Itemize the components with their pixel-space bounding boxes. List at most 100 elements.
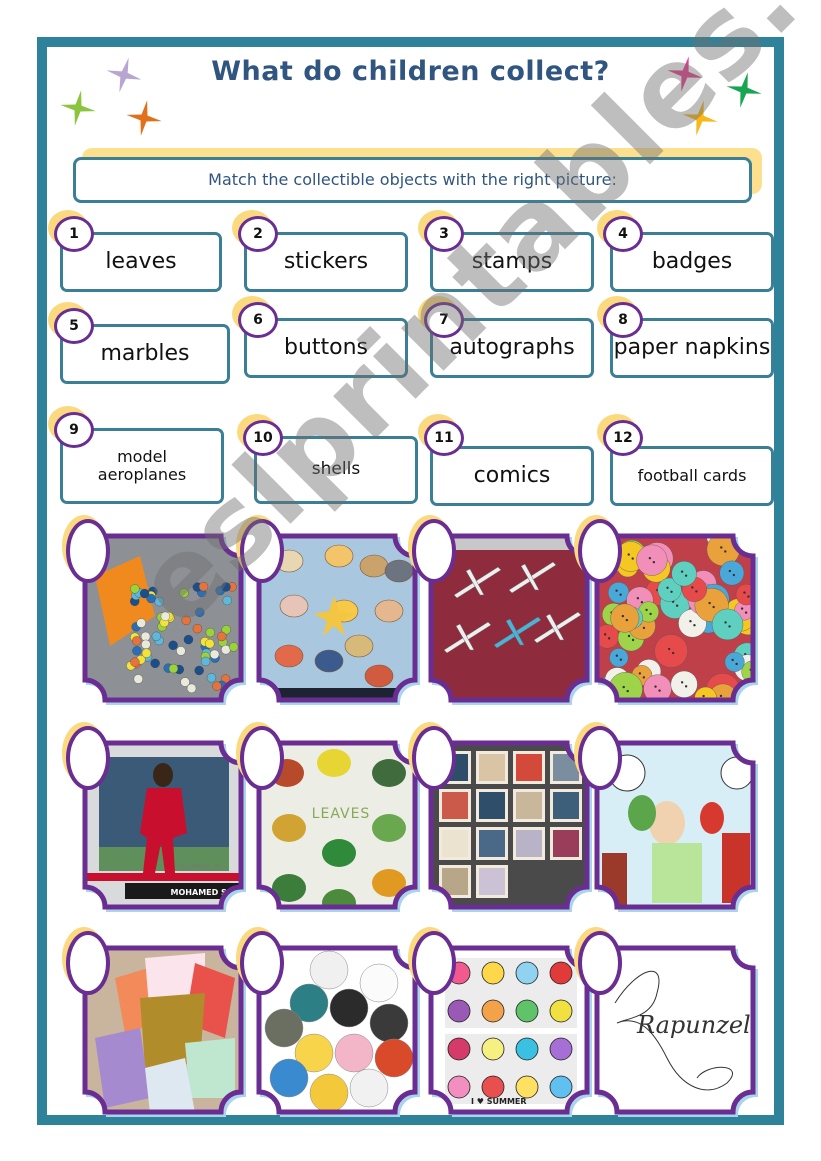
shell (314, 649, 344, 673)
leaf (372, 759, 406, 787)
marble (192, 624, 203, 634)
badge (349, 1068, 389, 1108)
badge (374, 1038, 414, 1078)
button (724, 652, 745, 672)
button-hole (684, 685, 688, 688)
marble (180, 677, 190, 687)
sticker (549, 1037, 573, 1061)
number-badge: 11 (418, 414, 464, 456)
answer-oval[interactable] (578, 726, 622, 790)
stamp-picture (516, 830, 542, 857)
word-label: paper napkins (613, 335, 771, 361)
marble (136, 618, 146, 628)
marble (183, 634, 194, 645)
marble (200, 656, 211, 667)
number-label: 10 (243, 420, 283, 456)
marble (154, 596, 164, 607)
number-badge: 6 (232, 296, 278, 338)
word-label: model aeroplanes (97, 446, 187, 484)
stamp-picture (516, 754, 542, 781)
answer-oval[interactable] (66, 931, 110, 995)
sticker (447, 1075, 471, 1099)
answer-oval[interactable] (240, 519, 284, 583)
number-label: 8 (603, 302, 643, 338)
stamp-picture (479, 754, 505, 781)
button-hole (631, 638, 635, 642)
badge (359, 963, 399, 1003)
button-hole (740, 607, 744, 610)
sticker (447, 999, 471, 1023)
button-hole (731, 658, 734, 662)
answer-oval[interactable] (412, 726, 456, 790)
answer-oval[interactable] (412, 519, 456, 583)
marble (195, 607, 205, 617)
sticker (481, 1037, 505, 1061)
sticker (481, 999, 505, 1023)
button-hole (627, 553, 630, 556)
answer-oval[interactable] (412, 931, 456, 995)
marble (151, 631, 162, 641)
button-hole (744, 611, 748, 614)
button-hole (743, 591, 746, 594)
marble (130, 584, 140, 594)
button-hole (631, 557, 634, 560)
sticker (515, 999, 539, 1023)
sticker (549, 999, 573, 1023)
stamp-picture (479, 830, 505, 857)
number-label: 2 (238, 216, 278, 252)
player-head (153, 763, 173, 787)
sticker (515, 1037, 539, 1061)
club-name: LIVERPOOL FC (178, 864, 221, 871)
button-hole (728, 625, 731, 628)
button-hole (720, 546, 723, 549)
answer-oval[interactable] (66, 519, 110, 583)
marble (194, 665, 204, 676)
marble (141, 639, 151, 650)
number-badge: 4 (597, 210, 643, 252)
button-hole (689, 620, 692, 623)
shell (274, 644, 304, 668)
word-label: football cards (637, 465, 747, 485)
button-hole (666, 586, 669, 589)
marble (160, 611, 171, 622)
button-hole (702, 694, 705, 698)
marble (206, 673, 217, 683)
stamp-picture (516, 792, 542, 819)
answer-oval[interactable] (240, 931, 284, 995)
leaf (372, 814, 406, 842)
hulk (628, 795, 656, 831)
button (671, 561, 697, 587)
marble (181, 615, 191, 626)
button-hole (654, 685, 657, 688)
button-hole (640, 601, 644, 604)
stamp-picture (479, 868, 505, 895)
shell (359, 554, 389, 578)
badge (369, 1003, 409, 1043)
number-badge: 1 (48, 210, 94, 252)
button-hole (619, 593, 622, 596)
number-label: 12 (603, 420, 643, 456)
number-label: 6 (238, 302, 278, 338)
marble (150, 658, 160, 668)
shell (384, 559, 414, 583)
button-hole (747, 595, 750, 598)
marble (217, 631, 227, 642)
shell (324, 544, 354, 568)
button-hole (735, 662, 738, 666)
button-hole (648, 556, 652, 560)
button-hole (626, 689, 629, 693)
answer-oval[interactable] (578, 931, 622, 995)
button-hole (638, 672, 642, 675)
number-badge: 10 (237, 414, 283, 456)
marble (205, 638, 215, 649)
button-hole (691, 586, 694, 589)
sticker-caption: I ♥ SUMMER (471, 1097, 527, 1106)
word-label: comics (473, 463, 551, 489)
button-hole (680, 570, 684, 573)
answer-oval[interactable] (66, 726, 110, 790)
stamp-picture (442, 830, 468, 857)
answer-oval[interactable] (578, 519, 622, 583)
book-title: LEAVES (312, 806, 371, 822)
answer-oval[interactable] (240, 726, 284, 790)
marble (168, 640, 178, 650)
